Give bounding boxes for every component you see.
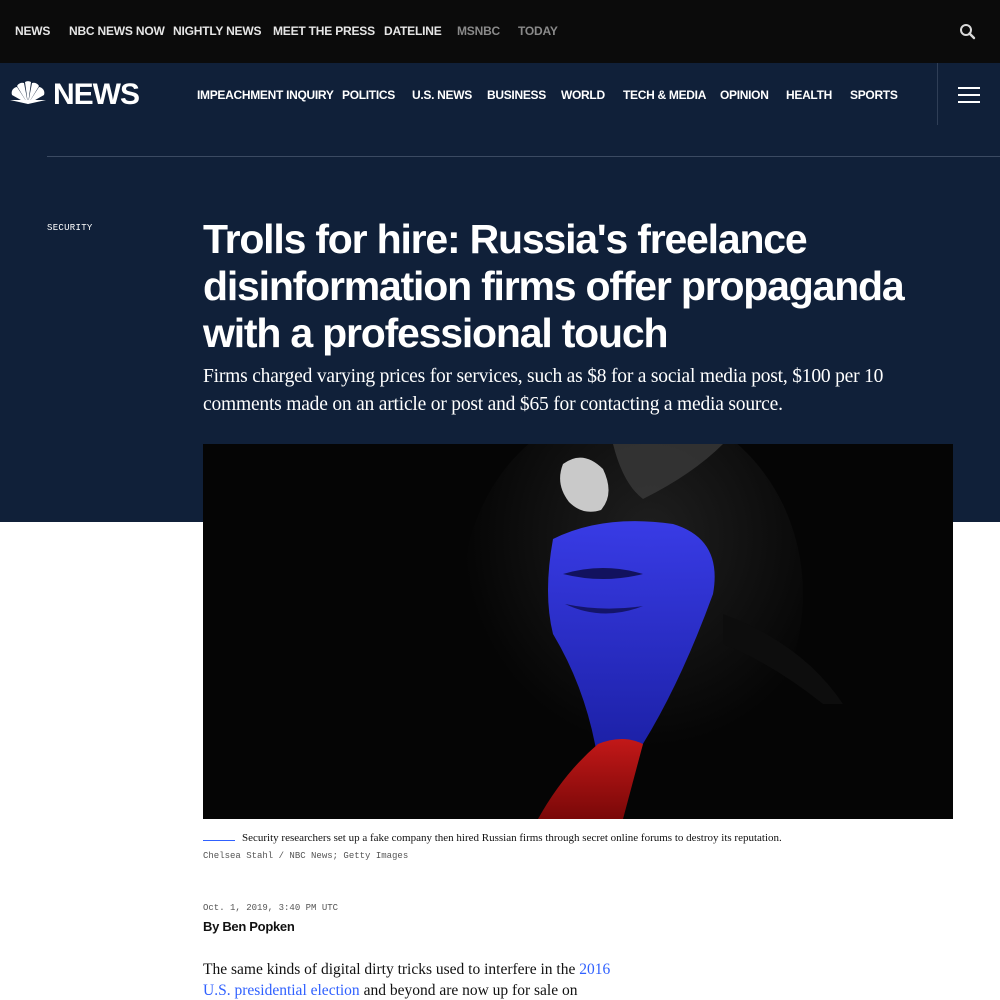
logo-wordmark: NEWS [53,78,140,111]
caption-accent-line [203,840,235,841]
top-utility-bar: NEWS NBC NEWS NOW NIGHTLY NEWS MEET THE … [0,0,1000,63]
image-credit: Chelsea Stahl / NBC News; Getty Images [203,851,409,861]
lead-image [203,444,953,819]
topnav-nightly-news[interactable]: NIGHTLY NEWS [173,24,261,38]
topnav-today[interactable]: TODAY [518,24,558,38]
section-sports[interactable]: SPORTS [850,88,898,102]
hamburger-menu-icon[interactable] [958,85,980,103]
topnav-dateline[interactable]: DATELINE [384,24,442,38]
nbc-news-logo[interactable]: NEWS [8,78,140,112]
article-byline[interactable]: By Ben Popken [203,919,295,934]
topnav-msnbc[interactable]: MSNBC [457,24,500,38]
topnav-news[interactable]: NEWS [15,24,50,38]
section-politics[interactable]: POLITICS [342,88,395,102]
section-health[interactable]: HEALTH [786,88,832,102]
body-text-start: The same kinds of digital dirty tricks u… [203,961,580,978]
body-text-end: and beyond are now up for sale on [359,982,578,999]
header-divider [937,63,938,125]
hero-divider [47,156,1000,157]
article-headline: Trolls for hire: Russia's freelance disi… [203,216,905,356]
image-caption: Security researchers set up a fake compa… [242,832,782,844]
search-icon[interactable] [958,22,978,42]
section-business[interactable]: BUSINESS [487,88,546,102]
section-world[interactable]: WORLD [561,88,605,102]
article-body-paragraph: The same kinds of digital dirty tricks u… [203,959,633,1000]
topnav-meet-the-press[interactable]: MEET THE PRESS [273,24,375,38]
site-header: NEWS IMPEACHMENT INQUIRY POLITICS U.S. N… [0,63,1000,126]
nbc-peacock-icon [8,80,48,111]
section-impeachment-inquiry[interactable]: IMPEACHMENT INQUIRY [197,88,334,102]
article-dek: Firms charged varying prices for service… [203,366,884,415]
article-timestamp: Oct. 1, 2019, 3:40 PM UTC [203,903,339,913]
topnav-nbc-news-now[interactable]: NBC NEWS NOW [69,24,165,38]
section-tech-media[interactable]: TECH & MEDIA [623,88,706,102]
section-opinion[interactable]: OPINION [720,88,769,102]
section-us-news[interactable]: U.S. NEWS [412,88,472,102]
article-label[interactable]: SECURITY [47,223,93,233]
